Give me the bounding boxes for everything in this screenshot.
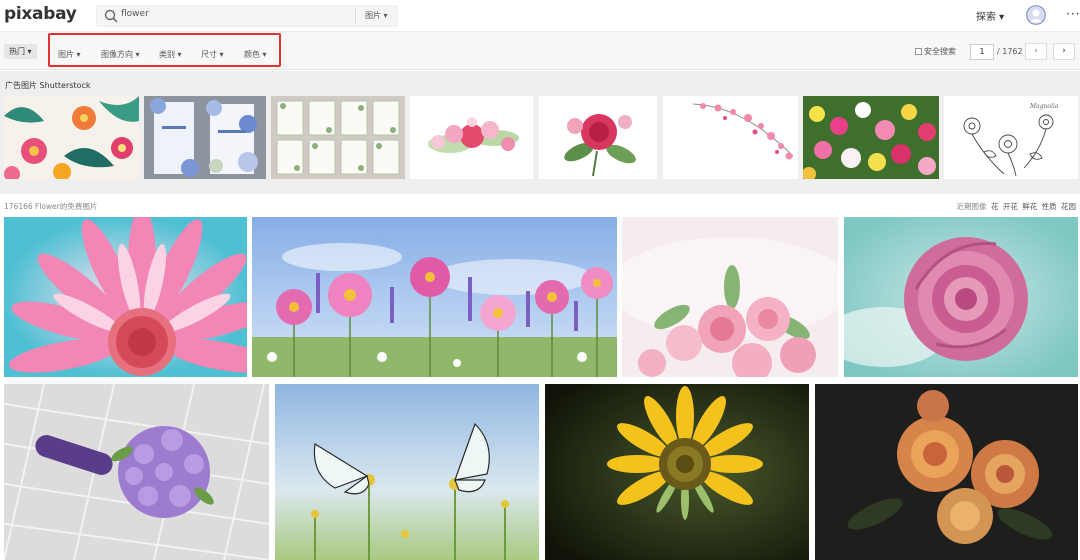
result-photo[interactable] [4, 384, 269, 560]
result-photo[interactable] [4, 217, 247, 377]
search-icon [104, 9, 118, 23]
prev-page-button[interactable]: ‹ [1025, 43, 1047, 60]
search-input[interactable]: flower [121, 9, 149, 19]
sponsored-section: 广告图片 Shutterstock Magnolia [0, 71, 1080, 194]
related-label: 近期图像 [956, 202, 987, 211]
user-icon [1026, 5, 1046, 25]
filter-orientation[interactable]: 图像方向 ▾ [101, 49, 140, 60]
page-total: / 1762 [997, 47, 1023, 56]
more-icon[interactable]: ··· [1066, 7, 1080, 21]
filter-bar: 热门 ▾ 图片 ▾ 图像方向 ▾ 类别 ▾ 尺寸 ▾ 颜色 ▾ 安全搜索 1 /… [0, 32, 1080, 70]
filter-image-type[interactable]: 图片 ▾ [58, 49, 81, 60]
sort-hot-dropdown[interactable]: 热门 ▾ [4, 44, 37, 59]
sponsored-thumb[interactable] [144, 96, 266, 179]
filter-category[interactable]: 类别 ▾ [159, 49, 182, 60]
related-tags: 近期图像 花 开花 鲜花 性质 花园 [957, 201, 1076, 212]
result-photo[interactable] [622, 217, 838, 377]
top-header: pixabay flower 图片 ▾ 探索 ▾ ··· [0, 0, 1080, 32]
result-count: 176166 Flower的免费图片 [4, 202, 98, 211]
result-photo[interactable] [252, 217, 617, 377]
related-tag[interactable]: 花 [991, 202, 999, 211]
result-photo[interactable] [815, 384, 1078, 560]
result-photo[interactable] [275, 384, 539, 560]
thumb-script-text: Magnolia [1029, 103, 1059, 110]
safe-search-toggle[interactable]: 安全搜索 [915, 46, 956, 57]
pixabay-logo[interactable]: pixabay [4, 4, 77, 24]
safe-search-checkbox[interactable] [915, 48, 922, 55]
result-photo[interactable] [844, 217, 1078, 377]
user-avatar[interactable] [1026, 5, 1046, 25]
search-box[interactable]: flower 图片 ▾ [96, 5, 398, 27]
filter-color[interactable]: 颜色 ▾ [244, 49, 267, 60]
page-number-input[interactable]: 1 [970, 44, 994, 60]
search-divider [355, 8, 356, 24]
search-type-dropdown[interactable]: 图片 ▾ [365, 10, 388, 21]
sponsored-thumb[interactable] [663, 96, 798, 179]
sponsored-title: 广告图片 Shutterstock [5, 81, 91, 90]
sponsored-thumb[interactable] [271, 96, 405, 179]
sponsored-thumb[interactable] [539, 96, 657, 179]
related-tag[interactable]: 花园 [1061, 202, 1076, 211]
sponsored-thumb[interactable]: Magnolia [944, 96, 1078, 179]
results-header: 176166 Flower的免费图片 近期图像 花 开花 鲜花 性质 花园 [0, 194, 1080, 216]
filter-group-highlight: 图片 ▾ 图像方向 ▾ 类别 ▾ 尺寸 ▾ 颜色 ▾ [48, 33, 281, 67]
related-tag[interactable]: 开花 [1003, 202, 1018, 211]
sponsored-thumb[interactable] [4, 96, 139, 179]
related-tag[interactable]: 性质 [1042, 202, 1057, 211]
sponsored-thumb[interactable] [803, 96, 939, 179]
result-photo[interactable] [545, 384, 809, 560]
filter-size[interactable]: 尺寸 ▾ [201, 49, 224, 60]
safe-search-label: 安全搜索 [924, 47, 956, 56]
next-page-button[interactable]: › [1053, 43, 1075, 60]
explore-menu[interactable]: 探索 ▾ [976, 8, 1004, 23]
related-tag[interactable]: 鲜花 [1022, 202, 1037, 211]
sponsored-thumb[interactable] [410, 96, 533, 179]
